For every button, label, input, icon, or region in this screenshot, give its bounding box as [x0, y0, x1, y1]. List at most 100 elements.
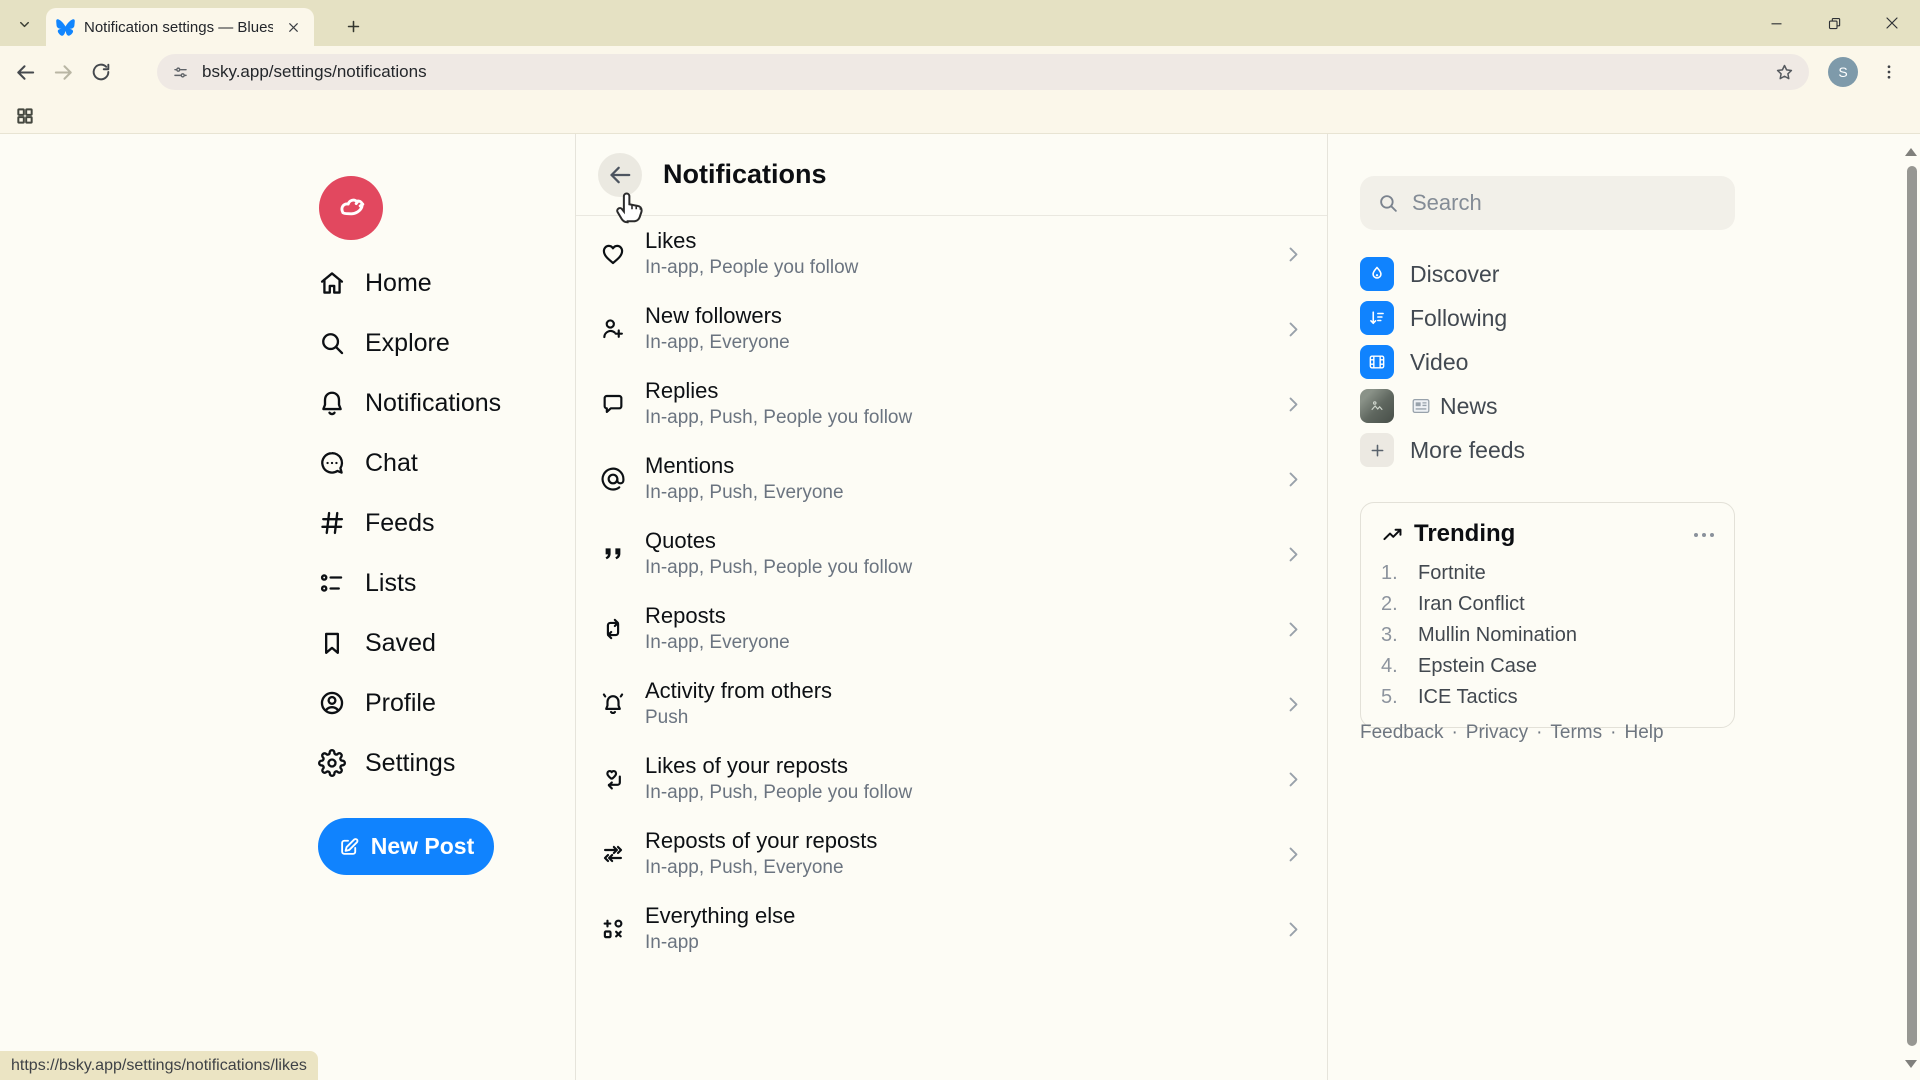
trending-item[interactable]: 3. Mullin Nomination — [1381, 624, 1714, 647]
home-icon — [318, 269, 346, 297]
main-navigation: Home Explore Notifications Chat Feeds Li… — [318, 253, 501, 793]
sidebar-item-notifications[interactable]: Notifications — [318, 373, 501, 433]
sidebar-item-feeds[interactable]: Feeds — [318, 493, 501, 553]
setting-row-reposts-of-your-reposts[interactable]: Reposts of your repostsIn-app, Push, Eve… — [576, 816, 1327, 891]
footer-links: Feedback · Privacy · Terms · Help — [1360, 722, 1664, 744]
feed-item-following[interactable]: Following — [1360, 296, 1735, 340]
setting-row-activity-from-others[interactable]: Activity from others Push — [576, 666, 1327, 741]
url-text: bsky.app/settings/notifications — [202, 62, 1762, 82]
row-label: Mentions — [645, 453, 1264, 479]
feed-label: News — [1440, 393, 1498, 420]
browser-back-icon[interactable] — [6, 53, 44, 91]
browser-reload-icon[interactable] — [82, 53, 120, 91]
chevron-right-icon — [1283, 319, 1303, 339]
row-subtitle: In-app, Push, People you follow — [645, 407, 1264, 429]
search-input[interactable]: Search — [1360, 176, 1735, 230]
browser-menu-dots-icon[interactable] — [1876, 59, 1902, 85]
address-bar[interactable]: bsky.app/settings/notifications — [157, 54, 1809, 90]
search-placeholder: Search — [1412, 190, 1482, 216]
setting-row-replies[interactable]: RepliesIn-app, Push, People you follow — [576, 366, 1327, 441]
terms-link[interactable]: Terms — [1550, 722, 1602, 744]
sidebar-label: Explore — [365, 329, 450, 358]
feed-item-news[interactable]: News — [1360, 384, 1735, 428]
sidebar-item-settings[interactable]: Settings — [318, 733, 501, 793]
setting-row-quotes[interactable]: QuotesIn-app, Push, People you follow — [576, 516, 1327, 591]
news-feed-avatar — [1360, 389, 1394, 423]
trending-arrow-icon — [1381, 523, 1404, 546]
sidebar-item-chat[interactable]: Chat — [318, 433, 501, 493]
feed-item-video[interactable]: Video — [1360, 340, 1735, 384]
setting-row-everything-else[interactable]: Everything elseIn-app — [576, 891, 1327, 966]
quote-icon — [600, 541, 626, 567]
search-icon — [318, 329, 346, 357]
scrollbar-up-arrow[interactable] — [1905, 148, 1917, 156]
browser-forward-icon[interactable] — [44, 53, 82, 91]
sidebar-item-home[interactable]: Home — [318, 253, 501, 313]
setting-row-likes[interactable]: LikesIn-app, People you follow — [576, 216, 1327, 291]
user-avatar[interactable] — [319, 176, 383, 240]
browser-tab[interactable]: Notification settings — Bluesky — [46, 8, 314, 46]
setting-row-mentions[interactable]: Mentions In-app, Push, Everyone — [576, 441, 1327, 516]
privacy-link[interactable]: Privacy — [1466, 722, 1528, 744]
trending-title: Trending — [1414, 520, 1684, 548]
at-sign-icon — [600, 466, 626, 492]
row-subtitle: In-app, Push, Everyone — [645, 482, 1264, 504]
browser-profile-avatar[interactable]: S — [1828, 57, 1858, 87]
trend-label: Epstein Case — [1418, 655, 1537, 678]
row-subtitle: Push — [645, 707, 1264, 729]
row-label: New followers — [645, 303, 1264, 329]
repost-icon — [600, 616, 626, 642]
new-tab-plus-icon[interactable] — [338, 11, 368, 41]
feed-item-more-feeds[interactable]: More feeds — [1360, 428, 1735, 472]
window-minimize-icon[interactable] — [1762, 9, 1790, 37]
tab-close-icon[interactable] — [282, 16, 304, 38]
apps-grid-icon[interactable] — [15, 106, 35, 126]
scrollbar-down-arrow[interactable] — [1905, 1060, 1917, 1068]
trending-item[interactable]: 5. ICE Tactics — [1381, 686, 1714, 709]
bluesky-page: Home Explore Notifications Chat Feeds Li… — [0, 134, 1920, 1080]
scrollbar-thumb[interactable] — [1907, 166, 1917, 1046]
trend-label: Fortnite — [1418, 562, 1486, 585]
gear-icon — [318, 749, 346, 777]
setting-row-reposts[interactable]: RepostsIn-app, Everyone — [576, 591, 1327, 666]
trending-item[interactable]: 1. Fortnite — [1381, 562, 1714, 585]
bookmark-star-icon[interactable] — [1774, 62, 1795, 83]
setting-row-new-followers[interactable]: New followersIn-app, Everyone — [576, 291, 1327, 366]
help-link[interactable]: Help — [1624, 722, 1663, 744]
window-restore-icon[interactable] — [1820, 9, 1848, 37]
back-button[interactable] — [598, 153, 642, 197]
tab-strip: Notification settings — Bluesky — [0, 0, 1920, 46]
row-label: Likes of your reposts — [645, 753, 1264, 779]
window-close-icon[interactable] — [1878, 9, 1906, 37]
repost-repost-icon — [600, 841, 626, 867]
sidebar-item-explore[interactable]: Explore — [318, 313, 501, 373]
plus-icon — [1360, 433, 1394, 467]
shaka-hand-doodle-icon — [325, 182, 377, 234]
page-scrollbar[interactable] — [1904, 134, 1920, 1080]
trend-label: Iran Conflict — [1418, 593, 1525, 616]
sidebar-item-lists[interactable]: Lists — [318, 553, 501, 613]
new-post-button[interactable]: New Post — [318, 818, 494, 875]
tab-search-chevron-icon[interactable] — [10, 10, 38, 38]
trend-label: ICE Tactics — [1418, 686, 1518, 709]
chevron-right-icon — [1283, 694, 1303, 714]
film-icon — [1360, 345, 1394, 379]
trending-item[interactable]: 4. Epstein Case — [1381, 655, 1714, 678]
sidebar-item-profile[interactable]: Profile — [318, 673, 501, 733]
feedback-link[interactable]: Feedback — [1360, 722, 1443, 744]
trending-options-dots-icon[interactable] — [1694, 531, 1714, 537]
sort-list-icon — [1360, 301, 1394, 335]
row-label: Reposts — [645, 603, 1264, 629]
feed-item-discover[interactable]: Discover — [1360, 252, 1735, 296]
setting-row-likes-of-your-reposts[interactable]: Likes of your repostsIn-app, Push, Peopl… — [576, 741, 1327, 816]
bookmark-icon — [318, 629, 346, 657]
sidebar-item-saved[interactable]: Saved — [318, 613, 501, 673]
row-label: Quotes — [645, 528, 1264, 554]
row-label: Activity from others — [645, 678, 1264, 704]
trend-rank: 1. — [1381, 562, 1403, 585]
person-icon — [318, 689, 346, 717]
site-settings-tune-icon[interactable] — [171, 63, 190, 82]
trend-label: Mullin Nomination — [1418, 624, 1577, 647]
trending-item[interactable]: 2. Iran Conflict — [1381, 593, 1714, 616]
feed-label: Video — [1410, 349, 1468, 376]
